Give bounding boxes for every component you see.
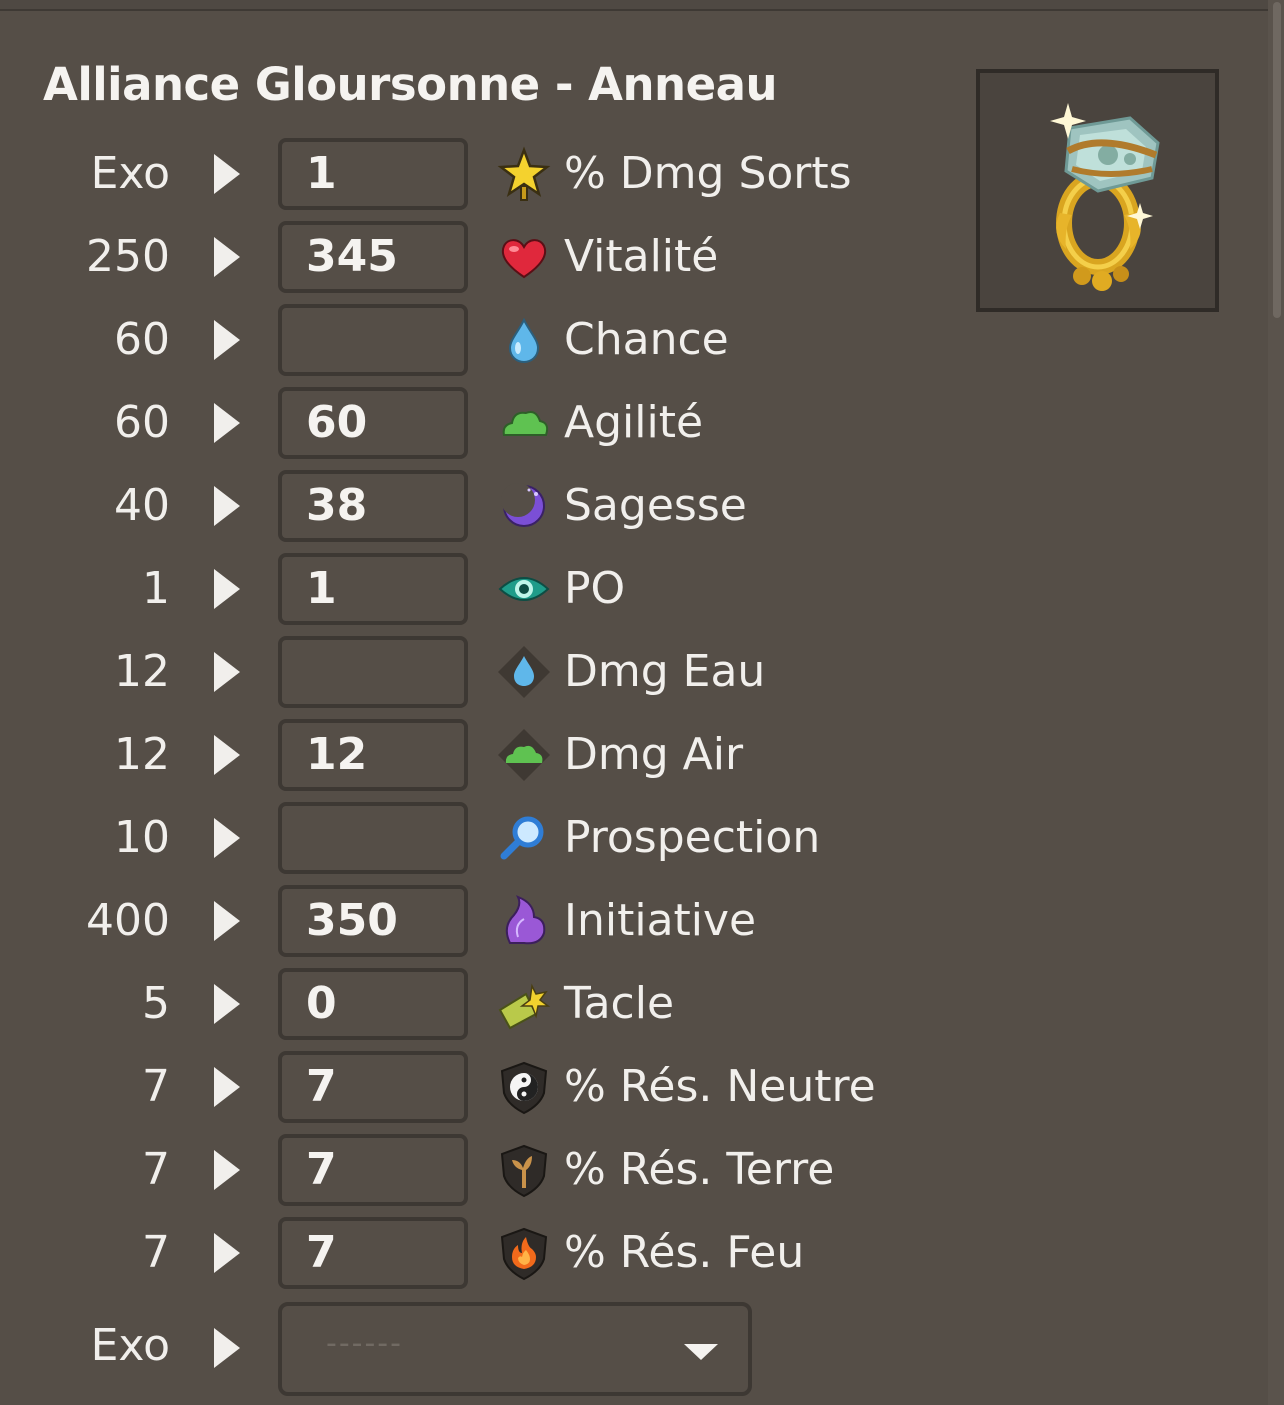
exo-stat-select[interactable]: ------: [278, 1302, 752, 1396]
stat-value-input[interactable]: 7: [278, 1134, 468, 1206]
stat-label: Agilité: [564, 397, 704, 448]
stat-label: Tacle: [564, 978, 675, 1029]
stat-min-value: 60: [114, 314, 170, 365]
stat-row: 5 0 Tacle: [0, 968, 960, 1040]
stat-value-input[interactable]: 350: [278, 885, 468, 957]
magnifier-icon: [496, 810, 552, 866]
arrow-icon[interactable]: [214, 154, 240, 194]
stat-row: Exo 1 % Dmg Sorts: [0, 138, 960, 210]
stat-label: Initiative: [564, 895, 757, 946]
stat-label: Prospection: [564, 812, 821, 863]
stat-row: 1 1 PO: [0, 553, 960, 625]
arrow-icon[interactable]: [214, 1233, 240, 1273]
stat-value-input[interactable]: 345: [278, 221, 468, 293]
stat-value-input[interactable]: [278, 802, 468, 874]
arrow-icon[interactable]: [214, 1067, 240, 1107]
stat-value-input[interactable]: 60: [278, 387, 468, 459]
stat-label: Dmg Eau: [564, 646, 766, 697]
stat-label: Dmg Air: [564, 729, 744, 780]
exo-select-placeholder: ------: [326, 1326, 403, 1361]
stat-row: 400 350 Initiative: [0, 885, 960, 957]
neutral-res-icon: [496, 1059, 552, 1115]
water-damage-icon: [496, 644, 552, 700]
arrow-icon[interactable]: [214, 1150, 240, 1190]
ring-item-image: [1050, 103, 1160, 291]
stat-min-value: Exo: [90, 148, 170, 199]
eye-icon: [496, 561, 552, 617]
stat-row: 60 Chance: [0, 304, 960, 376]
stat-row: 7 7 % Rés. Neutre: [0, 1051, 960, 1123]
arrow-icon[interactable]: [214, 652, 240, 692]
arrow-icon[interactable]: [214, 569, 240, 609]
stat-value-input[interactable]: 7: [278, 1217, 468, 1289]
stat-value-input[interactable]: 0: [278, 968, 468, 1040]
top-divider: [0, 0, 1268, 11]
cloud-icon: [496, 395, 552, 451]
stat-row: 12 Dmg Eau: [0, 636, 960, 708]
scrollbar-track[interactable]: [1268, 0, 1284, 1405]
stat-value-input[interactable]: 12: [278, 719, 468, 791]
stat-label: Sagesse: [564, 480, 747, 531]
stat-label: % Rés. Terre: [564, 1144, 835, 1195]
chevron-down-icon: [684, 1344, 718, 1360]
arrow-icon[interactable]: [214, 1328, 240, 1368]
stat-min-value: 5: [142, 978, 170, 1029]
item-image-frame: [976, 69, 1219, 312]
stat-row: 7 7 % Rés. Feu: [0, 1217, 960, 1289]
heart-icon: [496, 229, 552, 285]
arrow-icon[interactable]: [214, 320, 240, 360]
stat-label: Chance: [564, 314, 729, 365]
stat-min-value: 60: [114, 397, 170, 448]
stat-row: 40 38 Sagesse: [0, 470, 960, 542]
wing-icon: [496, 893, 552, 949]
stat-min-value: 7: [142, 1144, 170, 1195]
exo-select-min: Exo: [90, 1320, 170, 1371]
item-title: Alliance Gloursonne - Anneau: [43, 58, 778, 111]
arrow-icon[interactable]: [214, 984, 240, 1024]
stat-min-value: 7: [142, 1227, 170, 1278]
arrow-icon[interactable]: [214, 403, 240, 443]
arrow-icon[interactable]: [214, 237, 240, 277]
stat-value-input[interactable]: 7: [278, 1051, 468, 1123]
stat-min-value: 250: [86, 231, 170, 282]
stat-min-value: 10: [114, 812, 170, 863]
arrow-icon[interactable]: [214, 486, 240, 526]
water-drop-icon: [496, 312, 552, 368]
stat-label: Vitalité: [564, 231, 719, 282]
arrow-icon[interactable]: [214, 818, 240, 858]
earth-res-icon: [496, 1142, 552, 1198]
air-damage-icon: [496, 727, 552, 783]
stat-value-input[interactable]: 1: [278, 553, 468, 625]
exo-select-row: Exo ------: [0, 1302, 960, 1396]
stat-label: % Dmg Sorts: [564, 148, 852, 199]
stat-value-input[interactable]: [278, 636, 468, 708]
stat-min-value: 7: [142, 1061, 170, 1112]
stat-value-input[interactable]: 38: [278, 470, 468, 542]
stat-label: % Rés. Feu: [564, 1227, 805, 1278]
fire-res-icon: [496, 1225, 552, 1281]
stat-row: 60 60 Agilité: [0, 387, 960, 459]
stat-min-value: 12: [114, 729, 170, 780]
stat-value-input[interactable]: [278, 304, 468, 376]
stat-min-value: 400: [86, 895, 170, 946]
stat-row: 12 12 Dmg Air: [0, 719, 960, 791]
stat-label: % Rés. Neutre: [564, 1061, 876, 1112]
star-icon: [496, 146, 552, 202]
arrow-icon[interactable]: [214, 735, 240, 775]
stat-min-value: 12: [114, 646, 170, 697]
scrollbar-thumb[interactable]: [1273, 2, 1281, 318]
stat-value-input[interactable]: 1: [278, 138, 468, 210]
moon-icon: [496, 478, 552, 534]
stat-min-value: 1: [142, 563, 170, 614]
stat-label: PO: [564, 563, 626, 614]
stat-min-value: 40: [114, 480, 170, 531]
stat-row: 10 Prospection: [0, 802, 960, 874]
arrow-icon[interactable]: [214, 901, 240, 941]
stat-row: 7 7 % Rés. Terre: [0, 1134, 960, 1206]
stat-row: 250 345 Vitalité: [0, 221, 960, 293]
tackle-icon: [496, 976, 552, 1032]
